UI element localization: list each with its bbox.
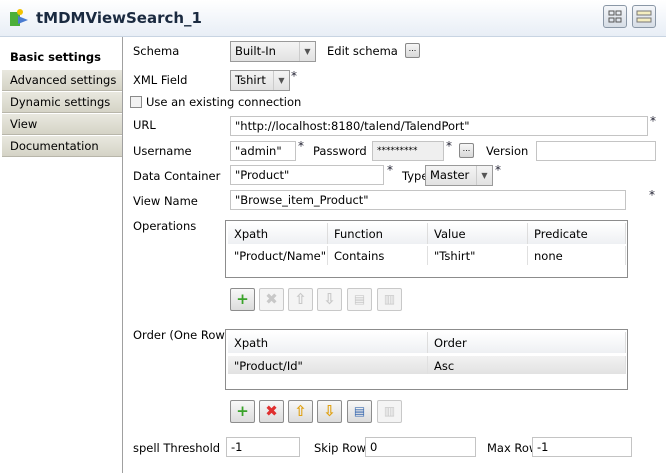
required-marker: * — [291, 69, 297, 83]
remove-icon[interactable]: ✖ — [259, 400, 284, 423]
layout-grid-icon[interactable] — [603, 5, 627, 28]
required-marker: * — [650, 114, 656, 128]
table-cell[interactable]: Asc — [428, 356, 626, 374]
add-icon[interactable]: + — [230, 400, 255, 423]
required-marker: * — [387, 163, 393, 177]
paste-icon[interactable]: ▥ — [377, 400, 402, 423]
schema-select[interactable]: Built-In ▼ — [230, 41, 316, 62]
password-label: Password — [313, 144, 367, 158]
paste-icon[interactable]: ▥ — [377, 288, 402, 311]
required-marker: * — [649, 188, 655, 202]
column-header[interactable]: Xpath — [228, 332, 428, 353]
data-container-input[interactable]: "Product" — [230, 165, 384, 185]
order-table: Xpath Order "Product/Id" Asc — [225, 329, 628, 390]
move-down-icon[interactable]: ⇩ — [317, 400, 342, 423]
max-rows-input[interactable]: -1 — [532, 437, 632, 457]
tab-dynamic-settings[interactable]: Dynamic settings — [2, 92, 122, 113]
tab-view[interactable]: View — [2, 114, 122, 135]
skip-rows-input[interactable]: 0 — [365, 437, 476, 457]
component-title: tMDMViewSearch_1 — [36, 9, 202, 27]
view-name-input[interactable]: "Browse_item_Product" — [230, 190, 626, 210]
password-button[interactable]: ... — [459, 143, 474, 158]
skip-rows-label: Skip Rows — [314, 441, 373, 455]
table-cell[interactable]: "Tshirt" — [428, 246, 528, 265]
tab-basic-settings[interactable]: Basic settings — [2, 47, 122, 68]
table-cell[interactable]: none — [528, 246, 626, 265]
view-name-label: View Name — [133, 194, 198, 208]
version-label: Version — [486, 144, 529, 158]
xml-field-label: XML Field — [133, 73, 188, 87]
schema-label: Schema — [133, 44, 180, 58]
operations-label: Operations — [133, 219, 197, 233]
version-input[interactable] — [536, 141, 656, 161]
add-icon[interactable]: + — [230, 288, 255, 311]
copy-icon[interactable]: ▤ — [347, 288, 372, 311]
column-header[interactable]: Value — [428, 223, 528, 244]
xml-field-value: Tshirt — [235, 73, 266, 87]
tab-advanced-settings[interactable]: Advanced settings — [2, 70, 122, 91]
data-container-label: Data Container — [133, 169, 221, 183]
schema-value: Built-In — [235, 44, 276, 58]
operations-table: Xpath Function Value Predicate "Product/… — [225, 220, 628, 278]
use-existing-connection-checkbox[interactable] — [130, 96, 142, 108]
type-value: Master — [430, 168, 470, 182]
table-cell[interactable]: "Product/Id" — [228, 356, 428, 374]
order-label: Order (One Row) — [133, 328, 230, 342]
url-label: URL — [133, 118, 156, 132]
xml-field-select[interactable]: Tshirt ▼ — [230, 70, 290, 91]
chevron-down-icon: ▼ — [476, 166, 492, 185]
column-header[interactable]: Order — [428, 332, 626, 353]
column-header[interactable]: Xpath — [228, 223, 328, 244]
use-existing-connection-label: Use an existing connection — [146, 95, 302, 109]
table-cell[interactable]: Contains — [328, 246, 428, 265]
username-label: Username — [133, 144, 192, 158]
password-input[interactable]: ********* — [372, 141, 444, 161]
required-marker: * — [495, 163, 501, 177]
spell-threshold-label: spell Threshold — [133, 441, 221, 455]
sidebar: Basic settings Advanced settings Dynamic… — [0, 37, 122, 473]
required-marker: * — [446, 139, 452, 153]
layout-rows-icon[interactable] — [632, 5, 656, 28]
spell-threshold-input[interactable]: -1 — [226, 437, 300, 457]
table-cell[interactable]: "Product/Name" — [228, 246, 328, 265]
move-down-icon[interactable]: ⇩ — [317, 288, 342, 311]
title-bar: tMDMViewSearch_1 — [0, 0, 666, 37]
username-input[interactable]: "admin" — [230, 141, 296, 161]
edit-schema-button[interactable]: ... — [405, 43, 420, 58]
move-up-icon[interactable]: ⇧ — [288, 400, 313, 423]
chevron-down-icon: ▼ — [273, 71, 289, 90]
move-up-icon[interactable]: ⇧ — [288, 288, 313, 311]
component-icon — [8, 8, 30, 30]
column-header[interactable]: Function — [328, 223, 428, 244]
edit-schema-label: Edit schema — [327, 44, 398, 58]
remove-icon[interactable]: ✖ — [259, 288, 284, 311]
tab-documentation[interactable]: Documentation — [2, 136, 122, 157]
type-select[interactable]: Master ▼ — [425, 165, 493, 186]
required-marker: * — [298, 139, 304, 153]
copy-icon[interactable]: ▤ — [347, 400, 372, 423]
url-input[interactable]: "http://localhost:8180/talend/TalendPort… — [230, 116, 648, 136]
column-header[interactable]: Predicate — [528, 223, 626, 244]
chevron-down-icon: ▼ — [299, 42, 315, 61]
